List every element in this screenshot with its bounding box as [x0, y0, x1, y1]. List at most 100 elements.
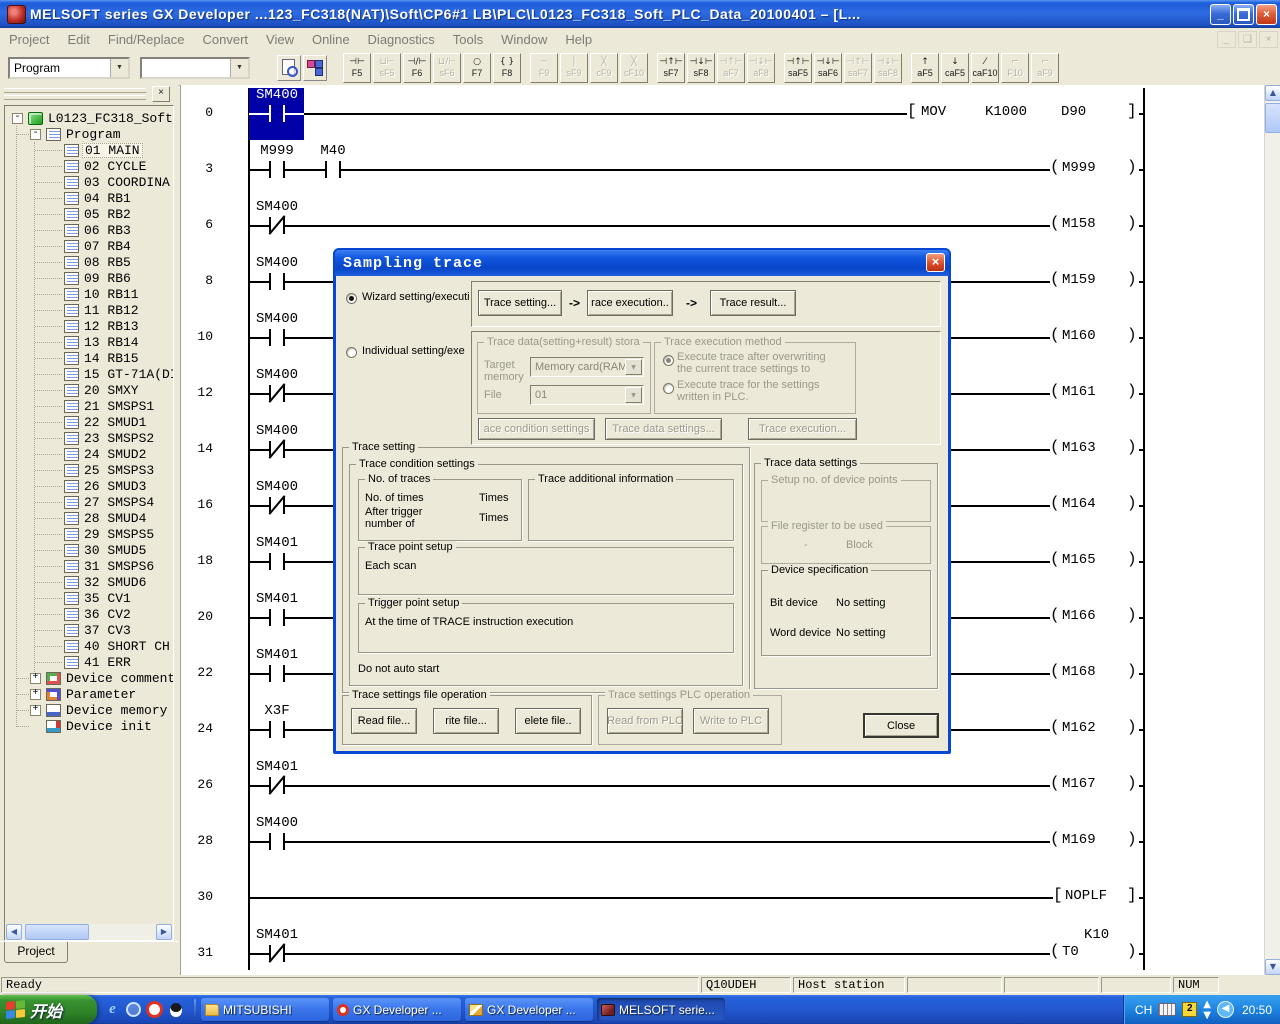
- individual-setting-radio[interactable]: [346, 347, 357, 358]
- contact[interactable]: [283, 665, 285, 682]
- coil-label[interactable]: M165: [1062, 552, 1096, 568]
- project-tree-toggle-button[interactable]: [303, 55, 327, 81]
- tree-item[interactable]: 06 RB3: [82, 223, 133, 238]
- contact[interactable]: [269, 161, 271, 178]
- menu-window[interactable]: Window: [492, 30, 556, 49]
- tree-item-selected[interactable]: 01 MAIN: [82, 143, 143, 158]
- sidebar-close-icon[interactable]: ×: [152, 86, 170, 102]
- menu-edit[interactable]: Edit: [58, 30, 98, 49]
- coil-label[interactable]: M161: [1062, 384, 1096, 400]
- contact[interactable]: [283, 945, 285, 962]
- contact[interactable]: [283, 441, 285, 458]
- mdi-restore-button[interactable]: ❑: [1238, 31, 1257, 48]
- scroll-right-icon[interactable]: ▶: [156, 924, 172, 940]
- tree-expander[interactable]: +: [30, 673, 41, 684]
- taskbar-task-gxdeveloper[interactable]: GX Developer ...: [333, 998, 461, 1021]
- find-device-button[interactable]: [277, 55, 301, 81]
- coil-label[interactable]: M159: [1062, 272, 1096, 288]
- tree-item[interactable]: 37 CV3: [82, 623, 133, 638]
- scroll-up-icon[interactable]: ▲: [1265, 85, 1280, 101]
- opera-icon[interactable]: [146, 1001, 163, 1018]
- tree-item[interactable]: 02 CYCLE: [82, 159, 148, 174]
- menu-tools[interactable]: Tools: [444, 30, 492, 49]
- tree-item[interactable]: Program: [64, 127, 123, 142]
- scrollbar-thumb[interactable]: [1265, 103, 1280, 133]
- editor-vertical-scrollbar[interactable]: ▲ ▼: [1264, 85, 1280, 975]
- program-type-combo[interactable]: Program ▼: [8, 57, 130, 79]
- trace-result-button[interactable]: Trace result...: [710, 290, 796, 316]
- taskbar-task-gxdeveloper[interactable]: GX Developer ...: [465, 998, 593, 1021]
- tree-item[interactable]: 12 RB13: [82, 319, 141, 334]
- menu-online[interactable]: Online: [303, 30, 359, 49]
- taskbar-task-mitsubishi[interactable]: MITSUBISHI: [201, 998, 329, 1021]
- ladder-tool-aF5-button[interactable]: ↑aF5: [911, 53, 939, 83]
- tree-item[interactable]: 21 SMSPS1: [82, 399, 156, 414]
- close-button[interactable]: ×: [1256, 4, 1277, 25]
- menu-help[interactable]: Help: [556, 30, 601, 49]
- coil-label[interactable]: M167: [1062, 776, 1096, 792]
- tree-item[interactable]: 08 RB5: [82, 255, 133, 270]
- tree-expander[interactable]: -: [30, 129, 41, 140]
- tree-expander[interactable]: +: [30, 705, 41, 716]
- mdi-close-button[interactable]: ×: [1259, 31, 1278, 48]
- ladder-tool-sF8-button[interactable]: ⊣↓⊢sF8: [687, 53, 715, 83]
- instruction-text[interactable]: D90: [1061, 104, 1086, 120]
- instruction-text[interactable]: NOPLF: [1065, 888, 1107, 904]
- contact[interactable]: [269, 273, 271, 290]
- tree-item[interactable]: 25 SMSPS3: [82, 463, 156, 478]
- contact[interactable]: [283, 721, 285, 738]
- coil-label[interactable]: M166: [1062, 608, 1096, 624]
- scroll-left-icon[interactable]: ◀: [6, 924, 22, 940]
- tree-item[interactable]: 31 SMSPS6: [82, 559, 156, 574]
- scrollbar-thumb[interactable]: [25, 924, 89, 940]
- delete-file-button[interactable]: elete file..: [515, 708, 581, 734]
- tree-item[interactable]: 09 RB6: [82, 271, 133, 286]
- tree-item[interactable]: Parameter: [64, 687, 138, 702]
- docking-grip[interactable]: [4, 88, 146, 102]
- tab-project[interactable]: Project: [4, 942, 68, 963]
- ladder-tool-saF6-button[interactable]: ⊣↓⊢saF6: [814, 53, 842, 83]
- internet-explorer-icon[interactable]: e: [104, 1001, 121, 1018]
- trace-execution-button[interactable]: race execution..: [587, 290, 673, 316]
- minimize-button[interactable]: _: [1210, 4, 1231, 25]
- coil-label[interactable]: M168: [1062, 664, 1096, 680]
- tree-item[interactable]: 23 SMSPS2: [82, 431, 156, 446]
- ladder-tool-sF7-button[interactable]: ⊣↑⊢sF7: [657, 53, 685, 83]
- tree-item[interactable]: 20 SMXY: [82, 383, 141, 398]
- tree-item[interactable]: 15 GT-71A(DI: [82, 367, 173, 382]
- instruction-text[interactable]: MOV: [921, 104, 946, 120]
- ladder-tool-saF5-button[interactable]: ⊣↑⊢saF5: [784, 53, 812, 83]
- coil-label[interactable]: M158: [1062, 216, 1096, 232]
- tree-item[interactable]: 03 COORDINA: [82, 175, 172, 190]
- coil-label[interactable]: M160: [1062, 328, 1096, 344]
- contact[interactable]: [283, 385, 285, 402]
- tree-item[interactable]: 26 SMUD3: [82, 479, 148, 494]
- tree-item[interactable]: 28 SMUD4: [82, 511, 148, 526]
- ladder-tool-F5-button[interactable]: ⊣⊢F5: [343, 53, 371, 83]
- mdi-minimize-button[interactable]: _: [1217, 31, 1236, 48]
- tree-item[interactable]: 24 SMUD2: [82, 447, 148, 462]
- contact[interactable]: [269, 833, 271, 850]
- contact[interactable]: [325, 161, 327, 178]
- start-button[interactable]: 开始: [0, 995, 97, 1024]
- ladder-tool-caF10-button[interactable]: ⁄caF10: [971, 53, 999, 83]
- menu-view[interactable]: View: [257, 30, 303, 49]
- tree-item[interactable]: 32 SMUD6: [82, 575, 148, 590]
- contact[interactable]: [283, 833, 285, 850]
- wizard-setting-radio[interactable]: [346, 293, 357, 304]
- contact[interactable]: [339, 161, 341, 178]
- tree-item[interactable]: 07 RB4: [82, 239, 133, 254]
- ladder-tool-F7-button[interactable]: ○F7: [463, 53, 491, 83]
- tree-item[interactable]: 41 ERR: [82, 655, 133, 670]
- tree-expander[interactable]: +: [30, 689, 41, 700]
- contact[interactable]: [269, 665, 271, 682]
- contact[interactable]: [283, 777, 285, 794]
- data-name-combo[interactable]: ▼: [140, 57, 250, 79]
- tree-item[interactable]: 05 RB2: [82, 207, 133, 222]
- menu-diagnostics[interactable]: Diagnostics: [359, 30, 444, 49]
- close-dialog-button[interactable]: Close: [863, 713, 939, 738]
- taskbar-task-melsoftserie[interactable]: MELSOFT serie...: [597, 998, 725, 1021]
- contact[interactable]: [269, 105, 271, 122]
- coil-label[interactable]: M163: [1062, 440, 1096, 456]
- ladder-tool-caF5-button[interactable]: ↓caF5: [941, 53, 969, 83]
